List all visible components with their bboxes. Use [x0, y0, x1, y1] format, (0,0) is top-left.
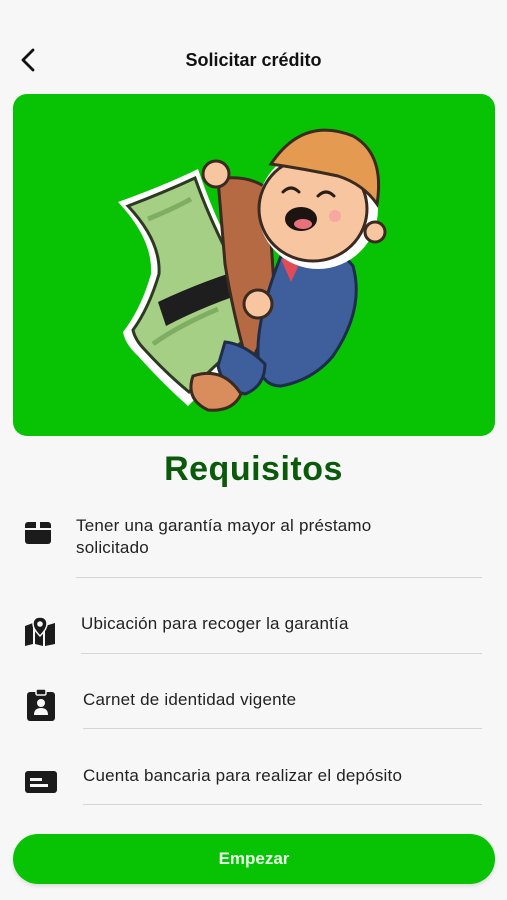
divider [81, 653, 482, 654]
start-button[interactable]: Empezar [13, 834, 495, 884]
requirement-text-continued: solicitado [76, 538, 149, 557]
requirement-text: Tener una garantía mayor al préstamo [76, 516, 372, 535]
bank-card-icon [24, 765, 58, 799]
start-button-label: Empezar [218, 849, 290, 868]
back-button[interactable] [12, 46, 44, 74]
requirement-text: Ubicación para recoger la garantía [81, 614, 349, 633]
money-man-illustration [118, 128, 387, 412]
requirement-text: Cuenta bancaria para realizar el depósit… [83, 766, 403, 785]
requirement-text: Carnet de identidad vigente [83, 690, 297, 709]
id-badge-icon [24, 688, 58, 722]
section-heading: Requisitos [164, 450, 343, 488]
chevron-left-icon [21, 48, 35, 72]
status-bar [0, 0, 507, 22]
box-icon [21, 515, 55, 549]
divider [76, 577, 482, 578]
map-pin-icon [23, 614, 57, 648]
page-title: Solicitar crédito [185, 49, 322, 70]
app-header: Solicitar crédito [0, 38, 507, 82]
divider [83, 728, 482, 729]
divider [83, 804, 482, 805]
hero-banner [13, 94, 495, 436]
